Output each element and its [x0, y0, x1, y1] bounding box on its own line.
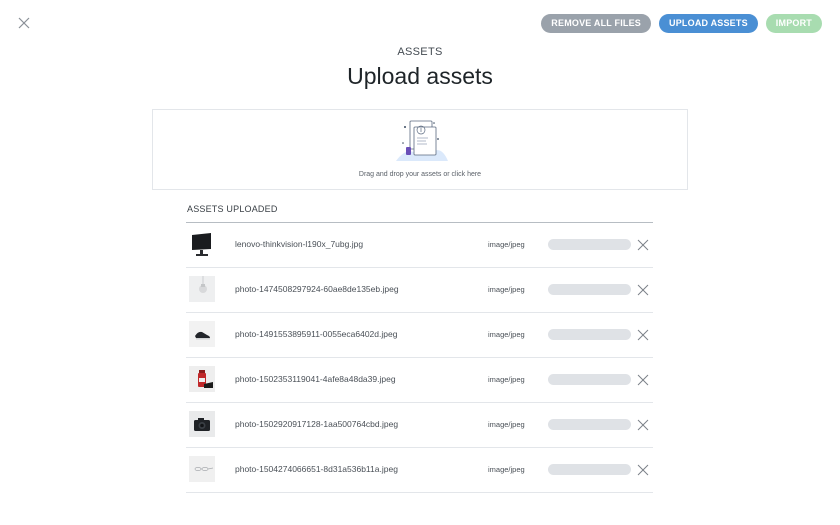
monitor-icon: [189, 231, 215, 257]
list-item: photo-1491553895911-0055eca6402d.jpeg im…: [186, 313, 653, 358]
upload-progress-bar: [548, 374, 631, 385]
thumbnail: [189, 411, 215, 437]
upload-assets-page: REMOVE ALL FILES UPLOAD ASSETS IMPORT AS…: [0, 0, 840, 525]
remove-all-files-button[interactable]: REMOVE ALL FILES: [541, 14, 652, 33]
upload-progress-bar: [548, 284, 631, 295]
page-title: Upload assets: [347, 63, 493, 89]
thumbnail: [189, 231, 215, 257]
bottle-icon: [189, 366, 215, 392]
file-type: image/jpeg: [488, 330, 525, 339]
file-name: photo-1504274066651-8d31a536b11a.jpeg: [235, 464, 398, 474]
header-actions: REMOVE ALL FILES UPLOAD ASSETS IMPORT: [541, 14, 822, 33]
upload-progress-bar: [548, 419, 631, 430]
upload-assets-button[interactable]: UPLOAD ASSETS: [659, 14, 758, 33]
dropzone-hint: Drag and drop your assets or click here: [358, 171, 482, 178]
dropzone[interactable]: Drag and drop your assets or click here: [152, 109, 688, 190]
list-item: photo-1474508297924-60ae8de135eb.jpeg im…: [186, 268, 653, 313]
file-name: photo-1474508297924-60ae8de135eb.jpeg: [235, 284, 399, 294]
upload-progress-bar: [548, 464, 631, 475]
remove-file-icon[interactable]: [637, 374, 649, 386]
file-name: photo-1502353119041-4afe8a48da39.jpeg: [235, 374, 396, 384]
thumbnail: [189, 321, 215, 347]
file-name: photo-1502920917128-1aa500764cbd.jpeg: [235, 419, 399, 429]
remove-file-icon[interactable]: [637, 239, 649, 251]
remove-file-icon[interactable]: [637, 419, 649, 431]
upload-illustration-icon: [396, 120, 448, 161]
upload-progress-bar: [548, 329, 631, 340]
file-name: photo-1491553895911-0055eca6402d.jpeg: [235, 329, 398, 339]
import-button[interactable]: IMPORT: [765, 14, 822, 33]
shoe-icon: [189, 321, 215, 347]
upload-progress-bar: [548, 239, 631, 250]
file-type: image/jpeg: [488, 375, 525, 384]
assets-uploaded-heading: ASSETS UPLOADED: [187, 204, 278, 214]
camera-icon: [189, 411, 215, 437]
list-item: photo-1504274066651-8d31a536b11a.jpeg im…: [186, 448, 653, 493]
remove-file-icon[interactable]: [637, 284, 649, 296]
list-item: lenovo-thinkvision-l190x_7ubg.jpg image/…: [186, 223, 653, 268]
file-type: image/jpeg: [488, 420, 525, 429]
list-item: photo-1502353119041-4afe8a48da39.jpeg im…: [186, 358, 653, 403]
file-type: image/jpeg: [488, 285, 525, 294]
list-item: photo-1502920917128-1aa500764cbd.jpeg im…: [186, 403, 653, 448]
file-name: lenovo-thinkvision-l190x_7ubg.jpg: [235, 239, 364, 249]
section-eyebrow: ASSETS: [397, 46, 443, 58]
thumbnail: [189, 366, 215, 392]
remove-file-icon[interactable]: [637, 464, 649, 476]
file-type: image/jpeg: [488, 240, 525, 249]
thumbnail: [189, 456, 215, 482]
thumbnail: [189, 276, 215, 302]
uploaded-assets-list: lenovo-thinkvision-l190x_7ubg.jpg image/…: [186, 222, 653, 493]
file-type: image/jpeg: [488, 465, 525, 474]
remove-file-icon[interactable]: [637, 329, 649, 341]
glasses-icon: [189, 456, 215, 482]
bulb-icon: [189, 276, 215, 302]
close-icon[interactable]: [16, 15, 32, 31]
